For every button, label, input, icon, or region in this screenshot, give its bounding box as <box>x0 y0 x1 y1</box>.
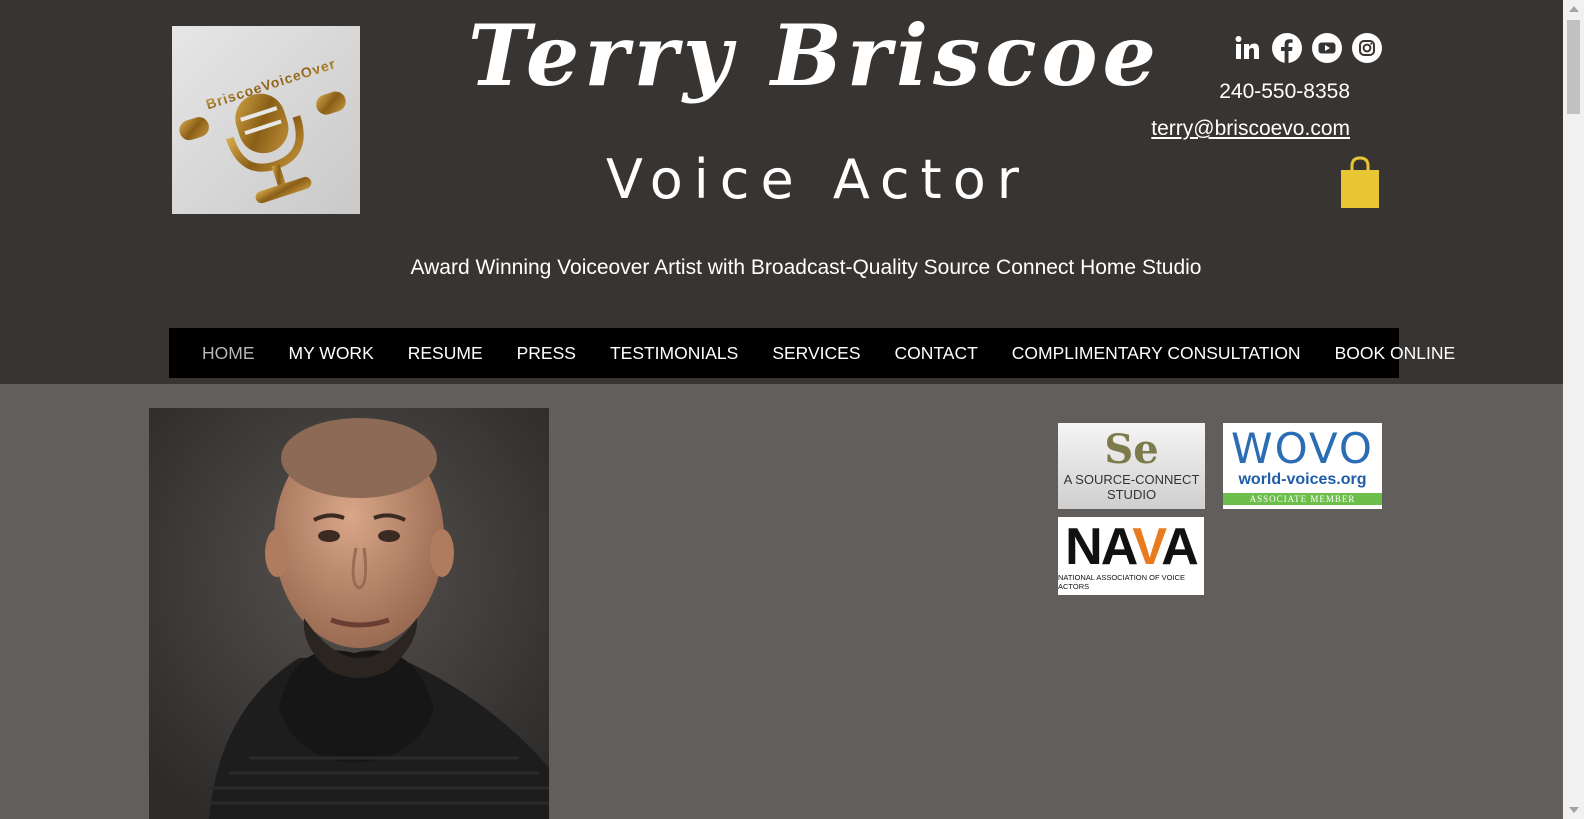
scroll-up-arrow-icon[interactable] <box>1569 6 1579 12</box>
site-header: BriscoeVoiceOver Terry Briscoe Voice Act… <box>0 0 1563 384</box>
source-connect-logo-icon: Se <box>1104 426 1159 473</box>
site-subtitle: Voice Actor <box>606 148 1030 211</box>
linkedin-icon[interactable] <box>1232 33 1262 63</box>
source-connect-badge[interactable]: Se A SOURCE-CONNECT STUDIO <box>1058 423 1205 509</box>
nava-logo-icon: NAVA <box>1065 518 1199 576</box>
nav-item-testimonials[interactable]: TESTIMONIALS <box>610 343 738 364</box>
nav-item-complimentary-consultation[interactable]: COMPLIMENTARY CONSULTATION <box>1012 343 1301 364</box>
wovo-url: world-voices.org <box>1238 471 1367 488</box>
nav-item-services[interactable]: SERVICES <box>772 343 860 364</box>
nava-mark-pre: NA <box>1065 518 1134 576</box>
wovo-logo-icon: WOVO <box>1231 424 1374 473</box>
nav-item-my-work[interactable]: MY WORK <box>289 343 374 364</box>
nava-badge[interactable]: NAVA NATIONAL ASSOCIATION OF VOICE ACTOR… <box>1058 517 1204 595</box>
page-scrollbar[interactable] <box>1563 0 1584 819</box>
wovo-member-label: ASSOCIATE MEMBER <box>1223 493 1382 505</box>
youtube-icon[interactable] <box>1312 33 1342 63</box>
source-connect-label: A SOURCE-CONNECT STUDIO <box>1063 472 1200 502</box>
main-navigation: HOME MY WORK RESUME PRESS TESTIMONIALS S… <box>169 328 1455 378</box>
shopping-cart-icon[interactable] <box>1339 156 1381 208</box>
site-title[interactable]: Terry Briscoe <box>468 6 1156 105</box>
nav-item-home[interactable]: HOME <box>202 343 255 364</box>
social-links <box>1232 33 1382 63</box>
nav-item-contact[interactable]: CONTACT <box>895 343 978 364</box>
nava-label: NATIONAL ASSOCIATION OF VOICE ACTORS <box>1058 573 1185 591</box>
headshot-photo <box>149 408 549 819</box>
nava-mark-v: V <box>1132 518 1163 576</box>
scroll-down-arrow-icon[interactable] <box>1569 807 1579 813</box>
wovo-badge[interactable]: WOVO world-voices.org ASSOCIATE MEMBER <box>1223 423 1382 509</box>
site-logo[interactable]: BriscoeVoiceOver <box>172 26 360 214</box>
microphone-logo-icon: BriscoeVoiceOver <box>179 55 346 204</box>
nav-item-book-online[interactable]: BOOK ONLINE <box>1335 343 1456 364</box>
scroll-thumb[interactable] <box>1567 20 1580 114</box>
site-tagline: Award Winning Voiceover Artist with Broa… <box>410 256 1202 279</box>
phone-number[interactable]: 240-550-8358 <box>1219 80 1350 104</box>
email-link[interactable]: terry@briscoevo.com <box>1151 117 1350 141</box>
facebook-icon[interactable] <box>1272 33 1302 63</box>
nava-mark-post: A <box>1161 518 1199 576</box>
nav-item-press[interactable]: PRESS <box>517 343 576 364</box>
nav-item-resume[interactable]: RESUME <box>408 343 483 364</box>
instagram-icon[interactable] <box>1352 33 1382 63</box>
